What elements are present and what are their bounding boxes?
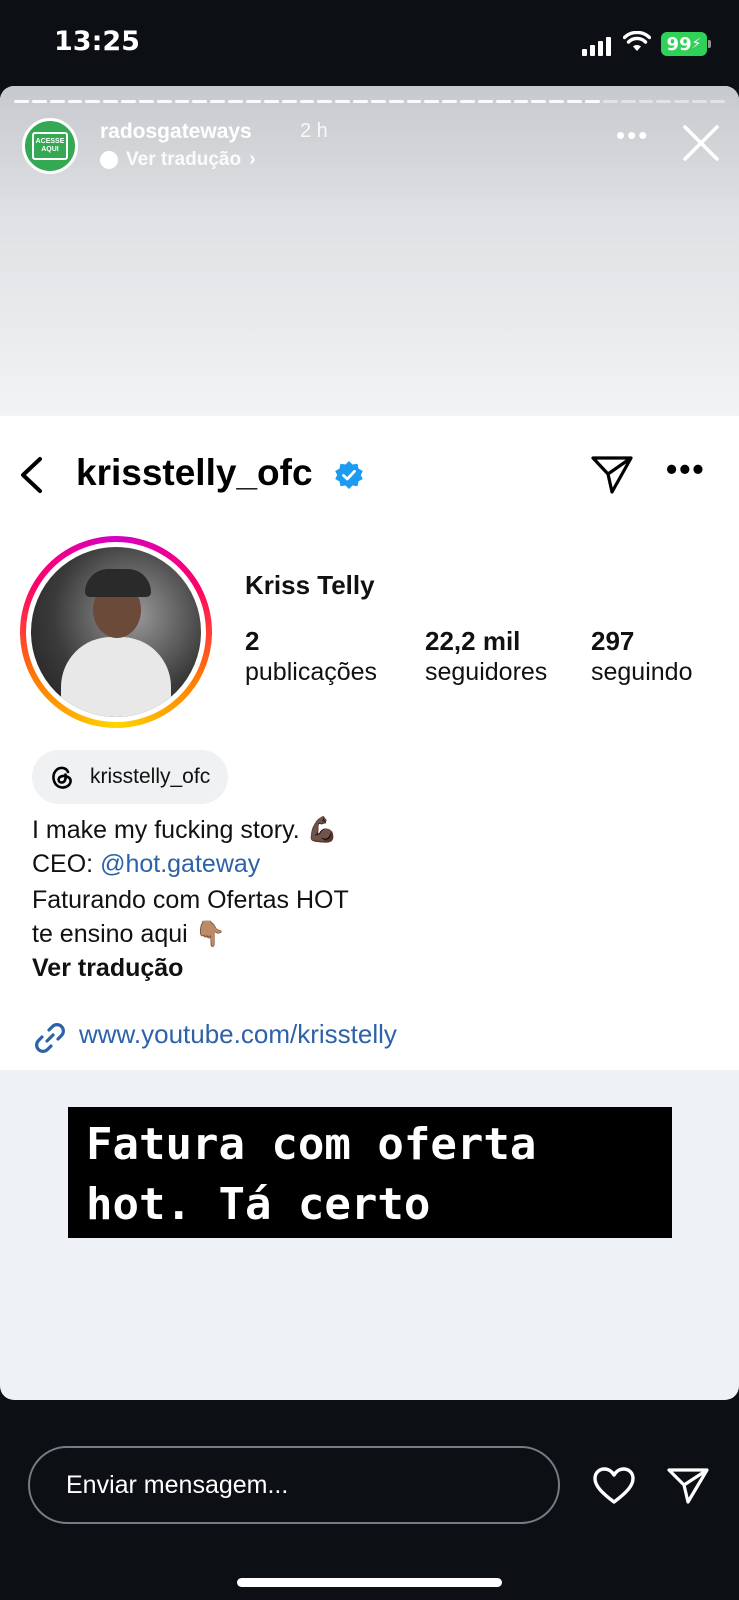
- heart-icon[interactable]: [592, 1466, 636, 1506]
- battery-level: 99: [666, 33, 692, 55]
- story-viewer[interactable]: ACESSE AQUI radosgateways 2 h Ver traduç…: [0, 86, 739, 1400]
- followers-count: 22,2 mil: [425, 626, 521, 656]
- send-icon[interactable]: [666, 1466, 710, 1506]
- battery-indicator: 99 ⚡: [661, 32, 711, 56]
- story-translate-link[interactable]: Ver tradução ›: [100, 148, 256, 171]
- shared-profile-screenshot[interactable]: krisstelly_ofc ••• Kriss Telly 2 publica…: [0, 416, 739, 1070]
- translate-icon: [100, 150, 118, 169]
- followers-label: seguidores: [425, 658, 548, 686]
- home-indicator[interactable]: [237, 1578, 502, 1587]
- brand-logo: ACESSE AQUI: [32, 132, 68, 160]
- story-progress-bar: [14, 100, 725, 103]
- posts-label: publicações: [245, 658, 378, 686]
- status-time: 13:25: [54, 26, 140, 57]
- profile-display-name: Kriss Telly: [245, 570, 375, 600]
- bio-line: te ensino aqui 👇🏽: [32, 920, 226, 948]
- wifi-icon: [623, 31, 651, 51]
- story-timestamp: 2 h: [300, 120, 328, 142]
- chevron-right-icon: ›: [249, 148, 256, 170]
- verified-badge-icon: [335, 461, 363, 489]
- profile-external-link: www.youtube.com/krisstelly: [79, 1019, 397, 1049]
- story-author-username[interactable]: radosgateways: [100, 120, 252, 144]
- bio-translate-link: Ver tradução: [32, 954, 184, 982]
- caption-line: hot. Tá certo: [86, 1179, 431, 1230]
- close-icon[interactable]: [682, 124, 720, 162]
- bio-line: I make my fucking story. 💪🏿: [32, 816, 338, 844]
- bio-mention-link: @hot.gateway: [100, 850, 261, 878]
- profile-avatar: [20, 536, 212, 728]
- threads-badge: krisstelly_ofc: [32, 750, 229, 804]
- caption-line: Fatura com oferta: [86, 1119, 537, 1170]
- story-author-avatar[interactable]: ACESSE AQUI: [22, 118, 78, 174]
- back-chevron-icon: [21, 457, 42, 493]
- story-more-options-icon[interactable]: •••: [616, 122, 649, 148]
- send-message-icon: [591, 456, 633, 494]
- bio-line: CEO: @hot.gateway: [32, 850, 260, 879]
- cellular-signal-icon: [582, 36, 611, 56]
- bio-line: Faturando com Ofertas HOT: [32, 886, 349, 914]
- story-translate-label: Ver tradução: [126, 148, 242, 170]
- following-count: 297: [591, 626, 635, 656]
- send-message-input[interactable]: [28, 1446, 560, 1524]
- threads-handle: krisstelly_ofc: [90, 765, 211, 788]
- following-label: seguindo: [591, 658, 693, 686]
- posts-count: 2: [245, 626, 260, 656]
- bio-ceo-label: CEO:: [32, 850, 101, 878]
- link-icon: [35, 1023, 65, 1053]
- profile-username: krisstelly_ofc: [76, 452, 313, 493]
- charging-bolt-icon: ⚡: [691, 36, 702, 52]
- story-text-sticker: Fatura com oferta hot. Tá certo: [68, 1107, 672, 1238]
- profile-more-options-icon: •••: [666, 451, 706, 487]
- threads-icon: [52, 766, 72, 789]
